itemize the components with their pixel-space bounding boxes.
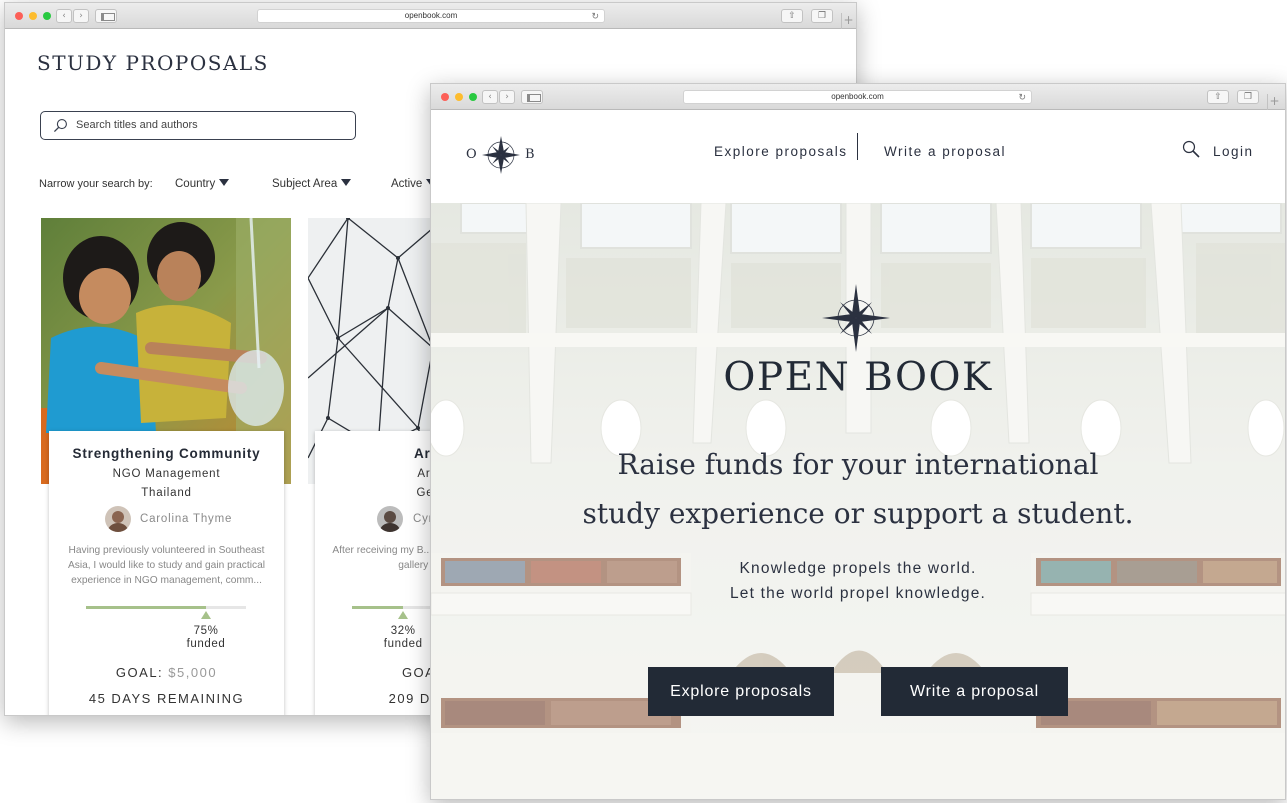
minimize-window-button[interactable] bbox=[29, 12, 37, 20]
filter-country[interactable]: Country bbox=[175, 178, 230, 190]
days-remaining: 45 DAYS REMAINING bbox=[88, 691, 245, 706]
hero-section: OPEN BOOK Raise funds for your internati… bbox=[431, 203, 1285, 799]
nav-divider bbox=[857, 133, 858, 160]
proposal-subject: NGO Management bbox=[112, 468, 221, 480]
browser-toolbar: ‹ › openbook.com ↻ ⇧ ❐ + bbox=[5, 3, 856, 29]
funding-percent: 32% funded bbox=[373, 625, 433, 651]
avatar[interactable] bbox=[105, 506, 131, 532]
proposal-card[interactable]: Strengthening Community NGO Management T… bbox=[49, 431, 284, 715]
avatar[interactable] bbox=[377, 506, 403, 532]
proposal-country: Thailand bbox=[141, 487, 192, 499]
search-placeholder: Search titles and authors bbox=[76, 119, 198, 131]
open-book-home-window: ‹ › openbook.com ↻ ⇧ ❐ + O B Explore pro… bbox=[430, 83, 1286, 800]
funding-percent-caption: funded bbox=[383, 638, 423, 650]
author-name[interactable]: Carolina Thyme bbox=[140, 513, 232, 525]
funding-progress-bar bbox=[86, 606, 246, 609]
hero-title: OPEN BOOK bbox=[723, 355, 993, 400]
url-text: openbook.com bbox=[404, 11, 458, 20]
filter-country-label: Country bbox=[175, 178, 216, 190]
close-window-button[interactable] bbox=[441, 93, 449, 101]
proposal-title[interactable]: Strengthening Community bbox=[49, 446, 284, 461]
hero-tagline-line-2: Let the world propel knowledge. bbox=[729, 585, 987, 602]
site-header: O B Explore proposals Write a proposal L… bbox=[431, 110, 1285, 203]
forward-button[interactable]: › bbox=[73, 9, 89, 23]
new-tab-button[interactable]: + bbox=[841, 13, 855, 29]
funding-marker-icon bbox=[398, 611, 409, 619]
address-bar[interactable]: openbook.com ↻ bbox=[683, 90, 1032, 104]
write-proposal-button[interactable]: Write a proposal bbox=[881, 667, 1068, 716]
share-button[interactable]: ⇧ bbox=[1207, 90, 1229, 104]
filter-subject-label: Subject Area bbox=[272, 178, 338, 190]
zoom-window-button[interactable] bbox=[43, 12, 51, 20]
goal-label: GOAL: bbox=[115, 665, 164, 680]
login-link[interactable]: Login bbox=[1213, 144, 1254, 159]
compass-star-icon bbox=[822, 284, 890, 352]
page-title: STUDY PROPOSALS bbox=[37, 51, 269, 75]
nav-write-proposal[interactable]: Write a proposal bbox=[884, 144, 1006, 159]
funding-percent-caption: funded bbox=[186, 638, 226, 650]
back-button[interactable]: ‹ bbox=[56, 9, 72, 23]
forward-button[interactable]: › bbox=[499, 90, 515, 104]
search-icon[interactable] bbox=[1182, 140, 1200, 158]
back-button[interactable]: ‹ bbox=[482, 90, 498, 104]
new-tab-button[interactable]: + bbox=[1267, 94, 1281, 110]
search-input[interactable]: Search titles and authors bbox=[40, 111, 356, 140]
filter-label: Narrow your search by: bbox=[39, 178, 153, 190]
hero-headline-line-1: Raise funds for your international bbox=[617, 448, 1099, 481]
sidebar-toggle-button[interactable] bbox=[521, 90, 543, 104]
filter-subject-area[interactable]: Subject Area bbox=[272, 178, 352, 190]
funding-progress-fill bbox=[86, 606, 206, 609]
funding-marker-icon bbox=[201, 611, 211, 619]
hero-headline-line-2: study experience or support a student. bbox=[582, 497, 1134, 530]
close-window-button[interactable] bbox=[15, 12, 23, 20]
hero-tagline-line-1: Knowledge propels the world. bbox=[739, 560, 977, 577]
search-icon bbox=[53, 119, 67, 133]
caret-down-icon bbox=[341, 179, 352, 186]
nav-explore-proposals[interactable]: Explore proposals bbox=[714, 144, 848, 159]
tabs-button[interactable]: ❐ bbox=[1237, 90, 1259, 104]
explore-proposals-button[interactable]: Explore proposals bbox=[648, 667, 834, 716]
minimize-window-button[interactable] bbox=[455, 93, 463, 101]
sidebar-toggle-button[interactable] bbox=[95, 9, 117, 23]
reload-icon[interactable]: ↻ bbox=[591, 10, 599, 22]
reload-icon[interactable]: ↻ bbox=[1018, 91, 1026, 103]
browser-toolbar: ‹ › openbook.com ↻ ⇧ ❐ + bbox=[431, 84, 1285, 110]
funding-percent-value: 32% bbox=[390, 625, 416, 637]
logo-letter-o[interactable]: O bbox=[466, 147, 477, 162]
url-text: openbook.com bbox=[831, 92, 884, 101]
logo-letter-b[interactable]: B bbox=[525, 147, 535, 162]
funding-percent-value: 75% bbox=[193, 625, 219, 637]
filter-active-label: Active bbox=[391, 178, 423, 190]
zoom-window-button[interactable] bbox=[469, 93, 477, 101]
caret-down-icon bbox=[219, 179, 230, 186]
share-button[interactable]: ⇧ bbox=[781, 9, 803, 23]
funding-percent: 75% funded bbox=[176, 625, 236, 651]
proposal-description: Having previously volunteered in Southea… bbox=[67, 545, 266, 586]
compass-star-icon[interactable] bbox=[481, 135, 521, 175]
goal: GOAL: $5,000 bbox=[49, 665, 284, 680]
tabs-button[interactable]: ❐ bbox=[811, 9, 833, 23]
funding-progress-fill bbox=[352, 606, 404, 609]
address-bar[interactable]: openbook.com ↻ bbox=[257, 9, 605, 23]
goal-amount: $5,000 bbox=[168, 665, 218, 680]
